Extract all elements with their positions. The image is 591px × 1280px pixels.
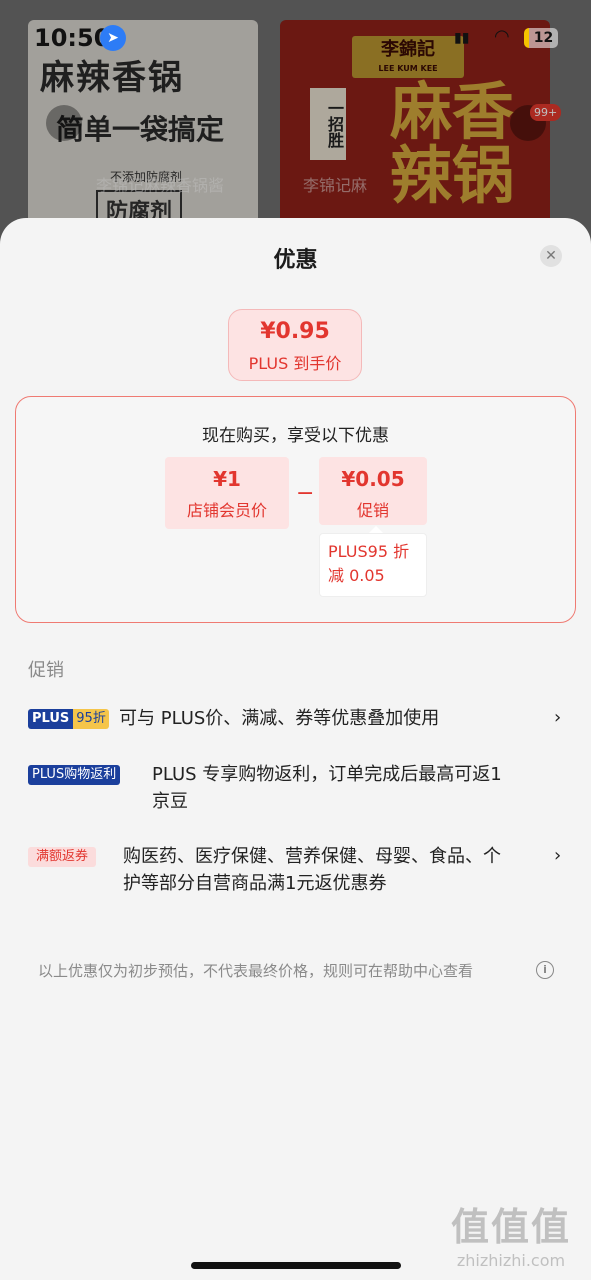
plus-rebate-tag: PLUS购物返利	[28, 765, 121, 785]
watermark-logo: 值值值	[450, 1205, 571, 1249]
promo-text: 可与 PLUS价、满减、券等优惠叠加使用	[119, 708, 440, 729]
watermark-url: zhizhizhi.com	[456, 1251, 566, 1270]
watermark: 值值值 zhizhizhi.com	[440, 1196, 582, 1270]
promo-text-line1: PLUS 专享购物返利，订单完成后最高可返1	[152, 764, 502, 785]
member-price-label: 店铺会员价	[186, 501, 267, 520]
plus95-tag: PLUS 95折	[28, 709, 109, 729]
info-icon[interactable]: i	[536, 961, 554, 979]
minus-sign: −	[296, 481, 315, 506]
status-time: 10:50	[34, 24, 111, 52]
disclaimer-text: 以上优惠仅为初步预估，不代表最终价格，规则可在帮助中心查看	[38, 962, 474, 980]
promo-detail: PLUS95 折 减 0.05	[319, 533, 427, 597]
promo-discount-amount: ¥0.05	[341, 467, 405, 491]
promo-discount-label: 促销	[356, 501, 389, 520]
promo-detail-line2: 减 0.05	[328, 566, 385, 585]
promo-text-line2: 护等部分自营商品满1元返优惠券	[123, 873, 387, 894]
final-price-amount: ¥0.95	[260, 319, 330, 344]
member-price-amount: ¥1	[213, 467, 241, 491]
promotions-section-title: 促销	[28, 660, 64, 681]
coupon-return-tag: 满额返券	[28, 847, 97, 867]
discount-sheet: 优惠 ✕ ¥0.95 PLUS 到手价 现在购买，享受以下优惠 ¥1 店铺会员价…	[0, 218, 591, 1280]
plus-tag-label: PLUS	[28, 709, 74, 729]
promo-detail-line1: PLUS95 折	[328, 542, 410, 561]
price-breakdown: 现在购买，享受以下优惠 ¥1 店铺会员价 − ¥0.05 促销 PLUS95 折…	[15, 396, 576, 623]
sheet-title: 优惠	[273, 248, 318, 273]
battery-icon: 12	[524, 28, 558, 48]
final-price-label: PLUS 到手价	[248, 354, 342, 373]
member-price-chip: ¥1 店铺会员价	[165, 457, 289, 529]
cellular-signal-icon: ▮▮	[454, 30, 470, 46]
promo-row-coupon[interactable]: 满额返券 购医药、医疗保健、营养保健、母婴、食品、个 护等部分自营商品满1元返优…	[28, 845, 568, 903]
promo-text-line2: 京豆	[152, 791, 188, 812]
promo-row-plus-rebate[interactable]: PLUS购物返利 PLUS 专享购物返利，订单完成后最高可返1 京豆	[28, 764, 568, 821]
home-indicator[interactable]	[191, 1262, 401, 1269]
location-arrow-icon: ➤	[100, 25, 126, 51]
chevron-right-icon[interactable]: ›	[554, 845, 561, 866]
breakdown-heading: 现在购买，享受以下优惠	[202, 426, 389, 446]
close-icon[interactable]: ✕	[540, 245, 562, 267]
discount-tag-label: 95折	[73, 709, 109, 729]
promo-text-line1: 购医药、医疗保健、营养保健、母婴、食品、个	[123, 846, 501, 867]
promo-row-plus95[interactable]: PLUS 95折 可与 PLUS价、满减、券等优惠叠加使用 ›	[28, 707, 568, 737]
chevron-right-icon[interactable]: ›	[554, 707, 561, 728]
promo-discount-chip: ¥0.05 促销	[319, 457, 427, 525]
plus-final-price: ¥0.95 PLUS 到手价	[228, 309, 362, 381]
wifi-icon: ◠	[494, 26, 510, 47]
